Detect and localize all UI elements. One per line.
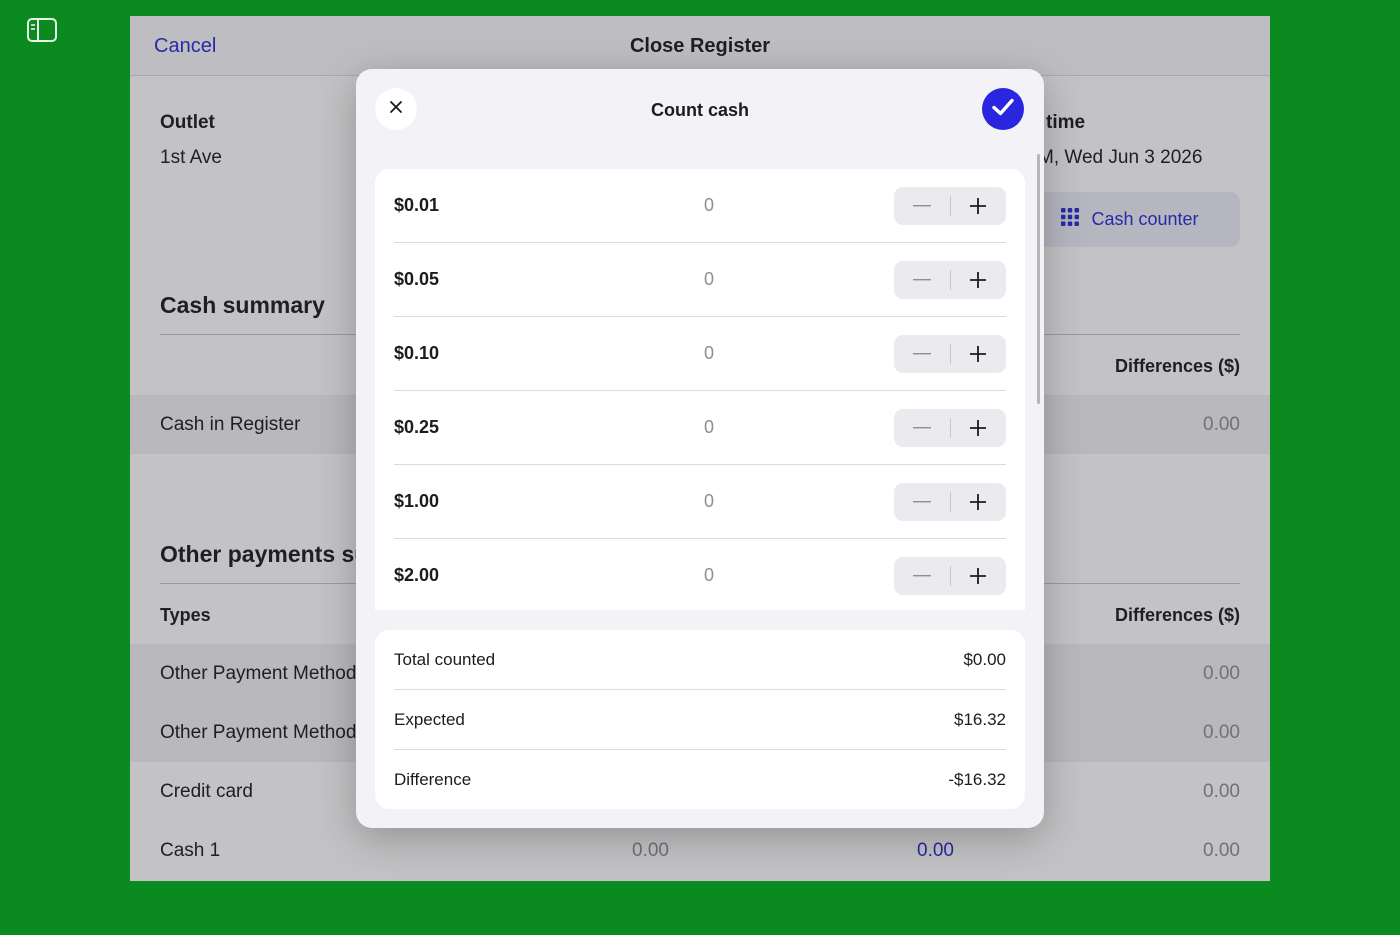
minus-icon <box>912 353 931 355</box>
confirm-button[interactable] <box>982 88 1024 130</box>
totals-summary: Total counted $0.00 Expected $16.32 Diff… <box>375 630 1025 809</box>
increment-button[interactable] <box>950 335 1006 373</box>
plus-icon <box>970 272 987 288</box>
scrollbar[interactable] <box>1037 154 1040 404</box>
denomination-label: $0.01 <box>394 195 440 215</box>
quantity-stepper <box>894 261 1006 299</box>
denomination-quantity[interactable]: 0 <box>684 565 734 586</box>
increment-button[interactable] <box>950 409 1006 447</box>
increment-button[interactable] <box>950 261 1006 299</box>
difference-value: -$16.32 <box>948 770 1006 789</box>
list-item: $0.10 0 <box>394 317 1006 391</box>
minus-icon <box>912 575 931 577</box>
expected-row: Expected $16.32 <box>394 690 1006 750</box>
plus-icon <box>970 420 987 436</box>
modal-title: Count cash <box>650 100 749 120</box>
denomination-quantity[interactable]: 0 <box>684 269 734 290</box>
expected-value: $16.32 <box>954 710 1006 729</box>
list-item: $0.01 0 <box>394 169 1006 243</box>
increment-button[interactable] <box>950 187 1006 225</box>
plus-icon <box>970 494 987 510</box>
denomination-list[interactable]: $0.01 0 $0.05 0 $0.10 0 $0.25 0 $1.00 0 … <box>375 169 1025 610</box>
quantity-stepper <box>894 409 1006 447</box>
quantity-stepper <box>894 335 1006 373</box>
denomination-quantity[interactable]: 0 <box>684 195 734 216</box>
sidebar-toggle-icon[interactable] <box>26 17 58 43</box>
expected-label: Expected <box>394 710 465 729</box>
denomination-label: $2.00 <box>394 565 440 585</box>
decrement-button[interactable] <box>894 335 950 373</box>
denomination-quantity[interactable]: 0 <box>684 491 734 512</box>
total-counted-row: Total counted $0.00 <box>394 630 1006 690</box>
plus-icon <box>970 568 987 584</box>
plus-icon <box>970 346 987 362</box>
total-counted-label: Total counted <box>394 650 496 669</box>
decrement-button[interactable] <box>894 261 950 299</box>
checkmark-icon <box>991 97 1015 122</box>
minus-icon <box>912 427 931 429</box>
list-item: $0.25 0 <box>394 391 1006 465</box>
denomination-label: $0.25 <box>394 417 440 437</box>
minus-icon <box>912 501 931 503</box>
list-item: $2.00 0 <box>394 539 1006 610</box>
denomination-quantity[interactable]: 0 <box>684 417 734 438</box>
list-item: $0.05 0 <box>394 243 1006 317</box>
quantity-stepper <box>894 557 1006 595</box>
decrement-button[interactable] <box>894 557 950 595</box>
decrement-button[interactable] <box>894 187 950 225</box>
plus-icon <box>970 198 987 214</box>
list-item: $1.00 0 <box>394 465 1006 539</box>
difference-label: Difference <box>394 770 472 789</box>
denomination-label: $1.00 <box>394 491 440 511</box>
denomination-quantity[interactable]: 0 <box>684 343 734 364</box>
minus-icon <box>912 279 931 281</box>
quantity-stepper <box>894 483 1006 521</box>
decrement-button[interactable] <box>894 483 950 521</box>
decrement-button[interactable] <box>894 409 950 447</box>
increment-button[interactable] <box>950 483 1006 521</box>
denomination-label: $0.10 <box>394 343 440 363</box>
total-counted-value: $0.00 <box>963 650 1006 669</box>
minus-icon <box>912 205 931 207</box>
count-cash-modal: Count cash $0.01 0 $0.05 0 $0.10 0 $0.25… <box>356 69 1044 828</box>
quantity-stepper <box>894 187 1006 225</box>
increment-button[interactable] <box>950 557 1006 595</box>
difference-row: Difference -$16.32 <box>394 750 1006 810</box>
denomination-label: $0.05 <box>394 269 440 289</box>
